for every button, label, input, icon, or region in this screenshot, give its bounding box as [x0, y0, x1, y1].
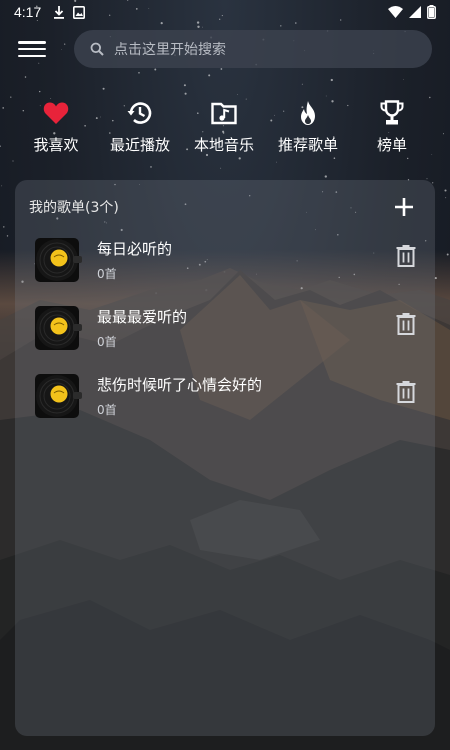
star	[444, 189, 447, 192]
delete-playlist-button[interactable]	[395, 244, 417, 268]
star	[12, 160, 14, 162]
vinyl-icon	[35, 238, 83, 282]
star	[402, 78, 404, 80]
star	[324, 175, 327, 178]
star	[208, 74, 211, 77]
heart-icon	[43, 102, 69, 124]
top-bar: 点击这里开始搜索	[0, 28, 450, 70]
star	[184, 92, 187, 95]
trash-icon	[396, 313, 416, 335]
fire-icon	[301, 101, 315, 125]
star	[330, 78, 333, 82]
vinyl-icon	[35, 374, 83, 418]
star	[24, 76, 27, 78]
star	[434, 277, 437, 280]
playlist-section-title: 我的歌单(3个)	[29, 200, 119, 216]
add-playlist-button[interactable]	[391, 194, 417, 220]
star	[50, 98, 52, 99]
search-icon	[90, 42, 104, 56]
star	[446, 253, 449, 256]
star	[150, 166, 152, 168]
nav-charts[interactable]: 榜单	[350, 100, 434, 155]
trophy-icon	[380, 100, 404, 125]
star	[183, 84, 186, 87]
nav-favorites-label: 我喜欢	[33, 136, 79, 154]
star	[3, 226, 5, 228]
star	[39, 90, 41, 93]
star	[138, 72, 140, 74]
music-folder-icon	[211, 102, 237, 125]
image-icon	[73, 5, 86, 19]
playlist-item[interactable]: 最最最爱听的 0首	[15, 306, 435, 366]
status-time: 4:17	[14, 4, 42, 20]
star	[301, 83, 303, 85]
playlist-count: 0首	[97, 403, 117, 417]
playlist-name: 悲伤时候听了心情会好的	[97, 376, 263, 394]
playlist-item[interactable]: 悲伤时候听了心情会好的 0首	[15, 374, 435, 434]
quick-nav: 我喜欢 最近播放 本地音乐 推荐歌单 榜单	[0, 100, 450, 160]
trash-icon	[396, 381, 416, 403]
playlist-header: 我的歌单(3个)	[29, 194, 421, 220]
status-bar: 4:17	[0, 0, 450, 24]
nav-recent[interactable]: 最近播放	[98, 100, 182, 155]
battery-icon	[427, 5, 436, 19]
playlist-count: 0首	[97, 335, 117, 349]
playlist-name: 每日必听的	[97, 240, 173, 258]
playlist-count: 0首	[97, 267, 117, 281]
delete-playlist-button[interactable]	[395, 380, 417, 404]
history-icon	[127, 102, 152, 124]
nav-local-music[interactable]: 本地音乐	[182, 100, 266, 155]
star	[220, 167, 222, 169]
download-icon	[54, 5, 65, 19]
nav-recommend-label: 推荐歌单	[277, 136, 338, 154]
star	[1, 185, 3, 187]
star	[432, 182, 434, 184]
playlist-item[interactable]: 每日必听的 0首	[15, 238, 435, 298]
star	[429, 96, 431, 99]
delete-playlist-button[interactable]	[395, 312, 417, 336]
star	[276, 161, 277, 163]
nav-charts-label: 榜单	[376, 136, 407, 154]
menu-button[interactable]	[18, 38, 46, 60]
search-placeholder: 点击这里开始搜索	[114, 42, 226, 58]
nav-recommend[interactable]: 推荐歌单	[266, 100, 350, 155]
playlist-card: 我的歌单(3个) 每日必听的 0首 最最最爱听的 0首 悲伤时候听了心情会好的 …	[15, 180, 435, 736]
vinyl-icon	[35, 306, 83, 350]
menu-icon-line	[18, 47, 46, 51]
nav-recent-label: 最近播放	[109, 136, 170, 154]
star	[325, 95, 327, 97]
search-bar[interactable]: 点击这里开始搜索	[74, 30, 432, 68]
star	[237, 94, 238, 95]
playlist-name: 最最最爱听的	[97, 308, 188, 326]
wifi-icon	[388, 6, 403, 18]
nav-local-music-label: 本地音乐	[193, 136, 254, 154]
star	[102, 87, 105, 90]
nav-favorites[interactable]: 我喜欢	[14, 100, 98, 155]
menu-icon-line	[18, 54, 46, 57]
menu-icon-line	[18, 41, 46, 44]
signal-icon	[409, 6, 421, 18]
star	[6, 235, 9, 237]
star	[10, 96, 12, 98]
star	[426, 178, 428, 180]
star	[445, 197, 447, 199]
star	[280, 25, 282, 27]
trash-icon	[396, 245, 416, 267]
plus-icon	[395, 198, 413, 216]
